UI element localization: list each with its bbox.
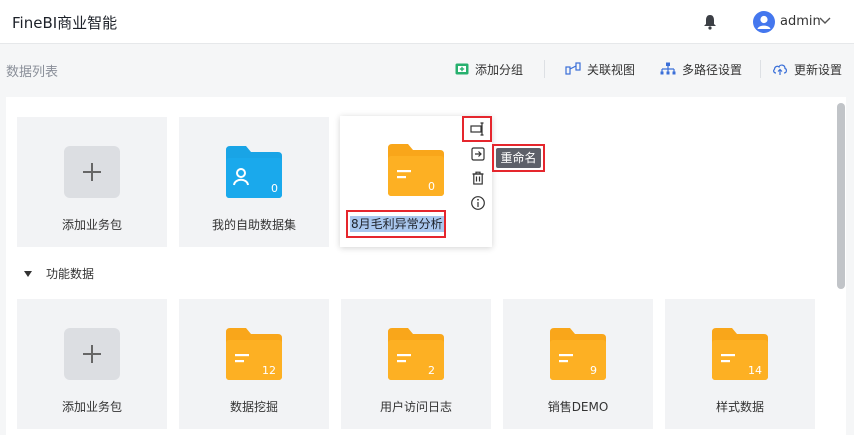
folder-count: 0 xyxy=(271,182,278,195)
trash-icon[interactable] xyxy=(470,170,486,186)
folder-count: 9 xyxy=(590,364,597,377)
info-icon[interactable] xyxy=(470,195,486,211)
package-name-input[interactable]: 8月毛利异常分析 xyxy=(350,216,444,232)
folder-icon: 2 xyxy=(388,328,444,380)
plus-icon xyxy=(64,146,120,198)
multipath-icon xyxy=(660,62,676,75)
folder-count: 2 xyxy=(428,364,435,377)
package-card[interactable]: 2 用户访问日志 xyxy=(341,299,491,429)
plus-icon xyxy=(64,328,120,380)
caret-down-icon xyxy=(24,270,32,277)
folder-icon: 0 xyxy=(388,144,444,196)
folder-icon: 12 xyxy=(226,328,282,380)
relation-view-button[interactable]: 关联视图 xyxy=(565,58,635,80)
top-bar: FineBI商业智能 admin xyxy=(0,0,854,44)
move-icon[interactable] xyxy=(470,146,486,162)
toolbar-divider xyxy=(544,60,545,78)
card-label: 添加业务包 xyxy=(61,218,122,232)
folder-count: 12 xyxy=(262,364,276,377)
multipath-label: 多路径设置 xyxy=(682,62,743,77)
scrollbar[interactable] xyxy=(837,103,845,289)
my-dataset-card[interactable]: 0 我的自助数据集 xyxy=(179,117,329,247)
relation-view-label: 关联视图 xyxy=(587,62,636,77)
folder-icon: 14 xyxy=(712,328,768,380)
user-folder-icon: 0 xyxy=(226,146,282,198)
section-label: 功能数据 xyxy=(46,267,95,281)
update-settings-button[interactable]: 更新设置 xyxy=(772,58,842,80)
package-card[interactable]: 9 销售DEMO xyxy=(503,299,653,429)
cloud-upload-icon xyxy=(773,64,787,75)
add-group-label: 添加分组 xyxy=(475,62,524,77)
rename-icon-highlight xyxy=(462,116,492,142)
card-label: 用户访问日志 xyxy=(379,400,452,414)
add-group-icon xyxy=(455,63,469,75)
folder-count: 0 xyxy=(428,180,435,193)
section-header[interactable]: 功能数据 xyxy=(24,265,94,282)
bell-icon[interactable] xyxy=(703,14,717,30)
add-group-button[interactable]: 添加分组 xyxy=(455,58,523,80)
folder-count: 14 xyxy=(748,364,762,377)
update-settings-label: 更新设置 xyxy=(794,62,843,77)
add-package-card[interactable]: 添加业务包 xyxy=(17,117,167,247)
card-label: 添加业务包 xyxy=(61,400,122,414)
card-label: 我的自助数据集 xyxy=(211,218,296,232)
card-label: 数据挖掘 xyxy=(229,400,278,414)
folder-icon: 9 xyxy=(550,328,606,380)
app-title: FineBI商业智能 xyxy=(12,14,118,32)
add-package-card[interactable]: 添加业务包 xyxy=(17,299,167,429)
relation-view-icon xyxy=(565,62,581,75)
page-title: 数据列表 xyxy=(6,65,59,80)
card-label: 样式数据 xyxy=(715,400,764,414)
avatar-icon[interactable] xyxy=(753,11,775,33)
package-card[interactable]: 14 样式数据 xyxy=(665,299,815,429)
rename-tooltip: 重命名 xyxy=(496,148,541,168)
multipath-settings-button[interactable]: 多路径设置 xyxy=(660,58,742,80)
user-name[interactable]: admin xyxy=(780,14,821,29)
chevron-down-icon[interactable] xyxy=(818,16,832,26)
package-card[interactable]: 12 数据挖掘 xyxy=(179,299,329,429)
toolbar-divider xyxy=(760,60,761,78)
card-label: 销售DEMO xyxy=(547,400,609,414)
